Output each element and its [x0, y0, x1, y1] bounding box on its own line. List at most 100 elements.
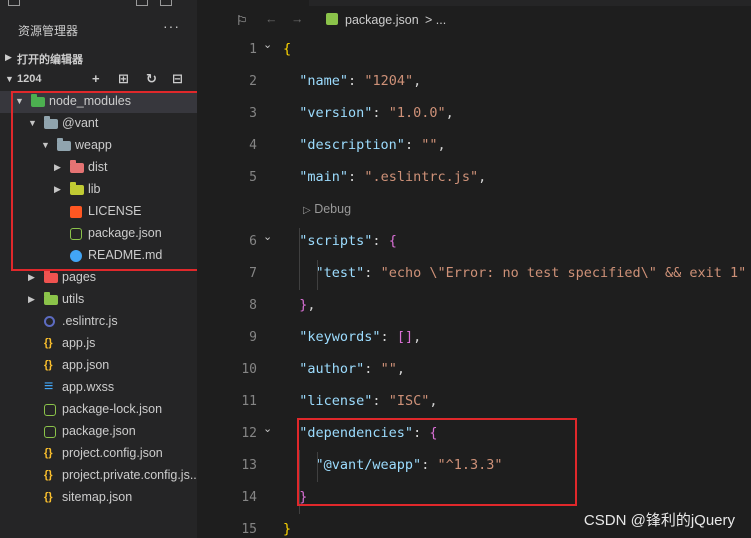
new-file-icon[interactable]: + [92, 71, 100, 86]
tree-item[interactable]: {} project.config.json [0, 443, 197, 465]
code-token: "scripts" [299, 233, 373, 249]
code-token: , [413, 329, 422, 345]
tree-item-label: app.js [62, 336, 96, 350]
tree-item-label: utils [62, 292, 85, 306]
tree-item-label: package.json [62, 424, 136, 438]
bookmark-icon[interactable]: ⚐ [236, 13, 248, 29]
line-number: 14 [241, 490, 257, 505]
code-token: ".eslintrc.js" [364, 169, 479, 185]
code-token: "main" [299, 169, 349, 185]
line-number: 11 [241, 394, 257, 409]
tree-item[interactable]: package-lock.json [0, 399, 197, 421]
code-token: , [437, 137, 446, 153]
code-token: "license" [299, 393, 373, 409]
breadcrumb-tail[interactable]: > ... [425, 13, 446, 27]
refresh-icon[interactable]: ↻ [146, 71, 157, 87]
nodejs-icon [326, 13, 338, 25]
code-line: "author": "", [283, 361, 405, 377]
tree-item-label: app.wxss [62, 380, 115, 394]
tree-item[interactable]: {} app.json [0, 355, 197, 377]
code-token: , [413, 73, 422, 89]
code-token: : [348, 169, 365, 185]
explorer-sidebar: 资源管理器 ··· ▶ 打开的编辑器 ▼ 1204 + ⊞ ↻ ⊟ ▼ node_… [0, 0, 213, 538]
fold-chevron-icon[interactable]: ⌄ [263, 38, 272, 51]
code-token: : [404, 137, 422, 153]
highlight-box-node-modules [11, 91, 213, 271]
code-line: "license": "ISC", [283, 393, 437, 409]
code-token: "version" [299, 105, 373, 121]
open-editors-section[interactable]: ▶ 打开的编辑器 [0, 47, 197, 69]
line-number: 3 [249, 106, 257, 121]
split-icon[interactable] [136, 0, 148, 6]
chevron-right-icon: ▶ [28, 272, 35, 282]
more-actions-button[interactable]: ··· [163, 18, 180, 34]
line-number: 13 [241, 458, 257, 473]
breadcrumb-file[interactable]: package.json [345, 13, 419, 27]
chevron-right-icon: ▶ [28, 294, 35, 304]
code-token: , [429, 393, 438, 409]
line-number: 7 [249, 266, 257, 281]
line-number: 15 [241, 522, 257, 537]
breadcrumb: ⚐ ← → package.json > ... [197, 10, 751, 34]
tree-item[interactable]: {} sitemap.json [0, 487, 197, 509]
tree-item[interactable]: .eslintrc.js [0, 311, 197, 333]
code-line: }, [283, 297, 316, 313]
code-token: "" [421, 137, 438, 153]
code-token: { [283, 41, 292, 57]
codelens-debug[interactable]: ▷ Debug [303, 202, 351, 216]
tree-item[interactable]: package.json [0, 421, 197, 443]
project-label: 1204 [17, 73, 42, 85]
back-icon[interactable]: ← [265, 12, 278, 26]
code-line: "keywords": [], [283, 329, 421, 345]
tab-package-json[interactable] [197, 0, 309, 6]
tree-item[interactable]: {} project.private.config.js... [0, 465, 200, 487]
nodejs-icon [44, 404, 56, 416]
code-token: , [445, 105, 454, 121]
nodejs-icon [44, 426, 56, 438]
folder-icon [44, 270, 58, 285]
activity-icons [0, 0, 197, 8]
code-line: } [283, 521, 291, 537]
line-number: 9 [249, 330, 257, 345]
code-token: "keywords" [299, 329, 381, 345]
code-line: "main": ".eslintrc.js", [283, 169, 486, 185]
folder-icon [44, 292, 58, 307]
collapse-all-icon[interactable]: ⊟ [172, 71, 183, 87]
code-token: "ISC" [388, 393, 430, 409]
indent-guide [299, 228, 300, 290]
braces-icon: {} [44, 469, 53, 481]
braces-icon: {} [44, 337, 53, 349]
code-token: : [348, 73, 365, 89]
project-section[interactable]: ▼ 1204 + ⊞ ↻ ⊟ [0, 69, 197, 91]
code-token: , [478, 169, 487, 185]
tree-item[interactable]: {} app.js [0, 333, 197, 355]
tree-item[interactable]: ▶ utils [0, 289, 197, 311]
forward-icon[interactable]: → [291, 12, 304, 26]
layout-icon[interactable] [160, 0, 172, 6]
code-line: "description": "", [283, 137, 446, 153]
codelens-label: Debug [314, 202, 352, 216]
code-token: "author" [299, 361, 365, 377]
tree-item-label: .eslintrc.js [62, 314, 118, 328]
open-editors-label: 打开的编辑器 [17, 54, 83, 66]
code-line: "name": "1204", [283, 73, 421, 89]
code-line: "version": "1.0.0", [283, 105, 454, 121]
code-token: "description" [299, 137, 405, 153]
tree-item-label: package-lock.json [62, 402, 163, 416]
fold-chevron-icon[interactable]: ⌄ [263, 230, 272, 243]
tree-item[interactable]: ≡ app.wxss [0, 377, 197, 399]
new-folder-icon[interactable]: ⊞ [118, 71, 129, 87]
highlight-box-dependencies [297, 418, 577, 506]
code-token: "" [380, 361, 397, 377]
files-icon[interactable] [8, 0, 20, 6]
fold-chevron-icon[interactable]: ⌄ [263, 422, 272, 435]
eslint-icon [44, 316, 55, 327]
chevron-down-icon: ▼ [5, 74, 14, 84]
tab-bar [197, 0, 751, 6]
code-token: , [307, 297, 316, 313]
explorer-title: 资源管理器 [18, 24, 79, 38]
code-line: "test": "echo \"Error: no test specified… [283, 265, 747, 281]
